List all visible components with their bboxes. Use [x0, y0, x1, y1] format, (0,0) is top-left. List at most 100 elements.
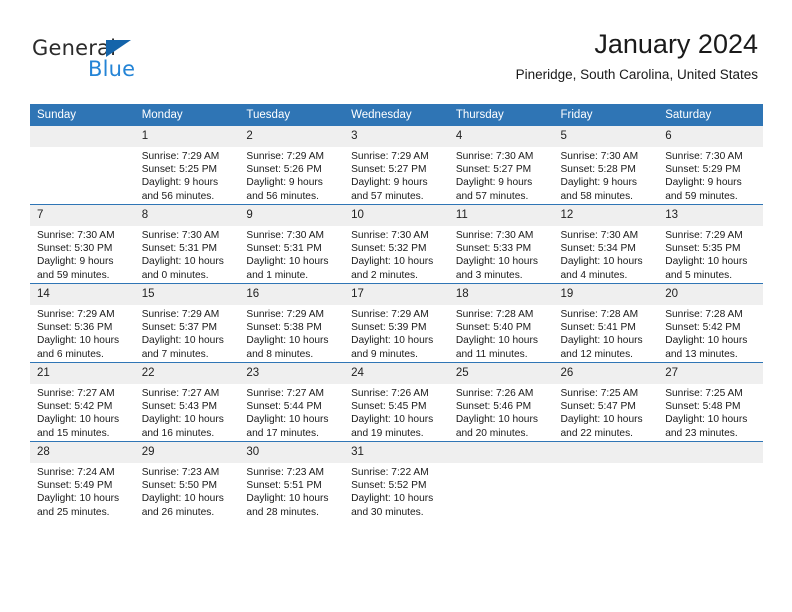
calendar-day-cell[interactable]: 26 Sunrise: 7:25 AM Sunset: 5:47 PM Dayligh…	[553, 362, 659, 442]
calendar-day-cell[interactable]: 16 Sunrise: 7:29 AM Sunset: 5:38 PM Dayligh…	[239, 283, 345, 363]
sunset-text: Sunset: 5:41 PM	[560, 322, 636, 334]
logo-text-blue: Blue	[88, 57, 136, 81]
calendar-day-cell[interactable]: 15 Sunrise: 7:29 AM Sunset: 5:37 PM Dayligh…	[134, 283, 240, 363]
calendar-empty-cell	[553, 441, 659, 520]
daylight-text: Daylight: 10 hours and 20 minutes.	[455, 414, 538, 439]
daylight-text: Daylight: 10 hours and 9 minutes.	[351, 335, 434, 360]
day-number	[448, 442, 554, 463]
day-number: 19	[553, 284, 659, 305]
sunrise-text: Sunrise: 7:27 AM	[141, 388, 220, 399]
calendar-day-cell[interactable]: 18 Sunrise: 7:28 AM Sunset: 5:40 PM Dayligh…	[448, 283, 554, 363]
calendar-day-cell[interactable]: 21 Sunrise: 7:27 AM Sunset: 5:42 PM Dayligh…	[30, 362, 135, 442]
daylight-text: Daylight: 10 hours and 22 minutes.	[560, 414, 643, 439]
sunset-text: Sunset: 5:33 PM	[455, 243, 532, 255]
daylight-text: Daylight: 9 hours and 59 minutes.	[665, 177, 742, 202]
sunrise-text: Sunrise: 7:25 AM	[665, 388, 743, 399]
calendar-day-cell[interactable]: 30 Sunrise: 7:23 AM Sunset: 5:51 PM Dayligh…	[239, 441, 345, 520]
sunset-text: Sunset: 5:40 PM	[455, 322, 532, 334]
day-number: 24	[344, 363, 449, 384]
day-details: Sunrise: 7:29 AM Sunset: 5:37 PM Daylight:…	[135, 305, 240, 361]
day-number	[30, 126, 135, 147]
daylight-text: Daylight: 10 hours and 3 minutes.	[455, 256, 538, 281]
day-details: Sunrise: 7:26 AM Sunset: 5:46 PM Daylight:…	[449, 384, 554, 440]
calendar-day-cell[interactable]: 11 Sunrise: 7:30 AM Sunset: 5:33 PM Dayligh…	[448, 204, 554, 284]
calendar-day-cell[interactable]: 20 Sunrise: 7:28 AM Sunset: 5:42 PM Dayligh…	[658, 283, 763, 363]
calendar-body: 1 Sunrise: 7:29 AM Sunset: 5:25 PM Daylight…	[30, 126, 763, 520]
sunrise-text: Sunrise: 7:22 AM	[351, 467, 429, 478]
calendar-day-cell[interactable]: 2 Sunrise: 7:29 AM Sunset: 5:26 PM Daylight…	[239, 126, 345, 205]
calendar-day-cell[interactable]: 7 Sunrise: 7:30 AM Sunset: 5:30 PM Daylight…	[30, 204, 135, 284]
day-number: 2	[239, 126, 345, 147]
calendar-day-cell[interactable]: 24 Sunrise: 7:26 AM Sunset: 5:45 PM Dayligh…	[344, 362, 449, 442]
calendar-day-cell[interactable]: 23 Sunrise: 7:27 AM Sunset: 5:44 PM Dayligh…	[239, 362, 345, 442]
sunrise-text: Sunrise: 7:29 AM	[246, 151, 324, 162]
day-details: Sunrise: 7:28 AM Sunset: 5:42 PM Daylight:…	[658, 305, 763, 361]
calendar-day-cell[interactable]: 8 Sunrise: 7:30 AM Sunset: 5:31 PM Daylight…	[134, 204, 240, 284]
weekday-header-wednesday: Wednesday	[344, 104, 449, 126]
day-number: 29	[134, 442, 240, 463]
daylight-text: Daylight: 9 hours and 58 minutes.	[560, 177, 637, 202]
sunset-text: Sunset: 5:36 PM	[37, 322, 113, 334]
calendar-day-cell[interactable]: 31 Sunrise: 7:22 AM Sunset: 5:52 PM Dayligh…	[344, 441, 449, 520]
calendar-day-cell[interactable]: 12 Sunrise: 7:30 AM Sunset: 5:34 PM Dayligh…	[553, 204, 659, 284]
sunrise-text: Sunrise: 7:29 AM	[141, 151, 220, 162]
day-number: 9	[239, 205, 345, 226]
daylight-text: Daylight: 10 hours and 28 minutes.	[246, 493, 329, 518]
location-subtitle: Pineridge, South Carolina, United States	[515, 67, 758, 82]
sunset-text: Sunset: 5:38 PM	[246, 322, 322, 334]
day-details: Sunrise: 7:30 AM Sunset: 5:27 PM Daylight:…	[449, 147, 554, 203]
day-details: Sunrise: 7:27 AM Sunset: 5:43 PM Daylight:…	[135, 384, 240, 440]
calendar-empty-cell	[658, 441, 763, 520]
calendar-day-cell[interactable]: 5 Sunrise: 7:30 AM Sunset: 5:28 PM Daylight…	[553, 126, 659, 205]
day-details: Sunrise: 7:30 AM Sunset: 5:31 PM Daylight:…	[135, 226, 240, 282]
calendar-day-cell[interactable]: 14 Sunrise: 7:29 AM Sunset: 5:36 PM Dayligh…	[30, 283, 135, 363]
sunset-text: Sunset: 5:35 PM	[665, 243, 741, 255]
general-blue-logo[interactable]: General Blue	[32, 36, 212, 90]
day-number: 16	[239, 284, 345, 305]
calendar-week-row: 21 Sunrise: 7:27 AM Sunset: 5:42 PM Dayligh…	[30, 362, 763, 442]
calendar-day-cell[interactable]: 13 Sunrise: 7:29 AM Sunset: 5:35 PM Dayligh…	[658, 204, 763, 284]
sunrise-text: Sunrise: 7:26 AM	[455, 388, 534, 399]
day-details: Sunrise: 7:27 AM Sunset: 5:44 PM Daylight:…	[239, 384, 344, 440]
weekday-header-tuesday: Tuesday	[239, 104, 345, 126]
day-number: 12	[553, 205, 659, 226]
sunrise-text: Sunrise: 7:30 AM	[455, 151, 534, 162]
daylight-text: Daylight: 9 hours and 57 minutes.	[351, 177, 428, 202]
sunset-text: Sunset: 5:51 PM	[246, 480, 322, 492]
calendar-day-cell[interactable]: 9 Sunrise: 7:30 AM Sunset: 5:31 PM Daylight…	[239, 204, 345, 284]
calendar-day-cell[interactable]: 29 Sunrise: 7:23 AM Sunset: 5:50 PM Dayligh…	[134, 441, 240, 520]
sunset-text: Sunset: 5:46 PM	[455, 401, 532, 413]
sunrise-text: Sunrise: 7:28 AM	[560, 309, 639, 320]
calendar-day-cell[interactable]: 19 Sunrise: 7:28 AM Sunset: 5:41 PM Dayligh…	[553, 283, 659, 363]
weekday-header-sunday: Sunday	[30, 104, 135, 126]
day-details: Sunrise: 7:26 AM Sunset: 5:45 PM Daylight:…	[344, 384, 449, 440]
calendar-day-cell[interactable]: 6 Sunrise: 7:30 AM Sunset: 5:29 PM Daylight…	[658, 126, 763, 205]
day-number: 7	[30, 205, 135, 226]
calendar-week-row: 28 Sunrise: 7:24 AM Sunset: 5:49 PM Dayligh…	[30, 441, 763, 520]
sunrise-text: Sunrise: 7:26 AM	[351, 388, 429, 399]
calendar-day-cell[interactable]: 17 Sunrise: 7:29 AM Sunset: 5:39 PM Dayligh…	[344, 283, 449, 363]
calendar-day-cell[interactable]: 25 Sunrise: 7:26 AM Sunset: 5:46 PM Dayligh…	[448, 362, 554, 442]
calendar-day-cell[interactable]: 1 Sunrise: 7:29 AM Sunset: 5:25 PM Daylight…	[134, 126, 240, 205]
sunrise-text: Sunrise: 7:23 AM	[141, 467, 220, 478]
day-number: 22	[134, 363, 240, 384]
calendar-day-cell[interactable]: 10 Sunrise: 7:30 AM Sunset: 5:32 PM Dayligh…	[344, 204, 449, 284]
daylight-text: Daylight: 10 hours and 11 minutes.	[455, 335, 538, 360]
day-details: Sunrise: 7:23 AM Sunset: 5:51 PM Daylight:…	[239, 463, 344, 519]
day-number: 30	[239, 442, 345, 463]
page-header: General Blue January 2024 Pineridge, Sou…	[0, 0, 792, 103]
sunrise-text: Sunrise: 7:28 AM	[455, 309, 534, 320]
sunset-text: Sunset: 5:48 PM	[665, 401, 741, 413]
sunrise-text: Sunrise: 7:30 AM	[455, 230, 534, 241]
day-number: 20	[658, 284, 763, 305]
calendar-day-cell[interactable]: 3 Sunrise: 7:29 AM Sunset: 5:27 PM Daylight…	[344, 126, 449, 205]
calendar-week-row: 1 Sunrise: 7:29 AM Sunset: 5:25 PM Daylight…	[30, 126, 763, 205]
day-number: 17	[344, 284, 449, 305]
calendar-day-cell[interactable]: 28 Sunrise: 7:24 AM Sunset: 5:49 PM Dayligh…	[30, 441, 135, 520]
calendar-day-cell[interactable]: 22 Sunrise: 7:27 AM Sunset: 5:43 PM Dayligh…	[134, 362, 240, 442]
sunset-text: Sunset: 5:28 PM	[560, 164, 636, 176]
day-details: Sunrise: 7:25 AM Sunset: 5:47 PM Daylight:…	[554, 384, 659, 440]
day-details: Sunrise: 7:30 AM Sunset: 5:28 PM Daylight:…	[554, 147, 659, 203]
calendar-day-cell[interactable]: 27 Sunrise: 7:25 AM Sunset: 5:48 PM Dayligh…	[658, 362, 763, 442]
calendar-day-cell[interactable]: 4 Sunrise: 7:30 AM Sunset: 5:27 PM Daylight…	[448, 126, 554, 205]
